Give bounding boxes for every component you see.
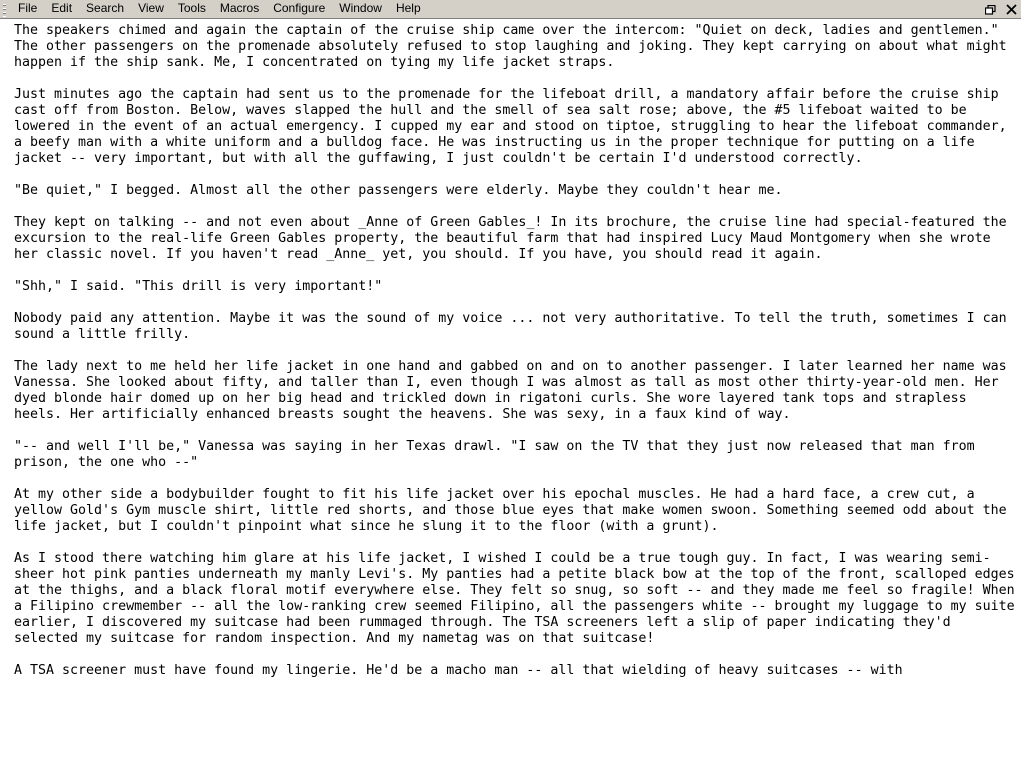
menu-item-file[interactable]: File bbox=[11, 0, 44, 18]
menu-item-tools[interactable]: Tools bbox=[171, 0, 213, 18]
drag-grip[interactable] bbox=[1, 1, 9, 17]
document-paragraph[interactable]: A TSA screener must have found my linger… bbox=[14, 663, 1019, 679]
document-editor[interactable]: The speakers chimed and again the captai… bbox=[0, 19, 1021, 759]
window-controls bbox=[983, 0, 1018, 19]
menu-item-configure[interactable]: Configure bbox=[266, 0, 332, 18]
menu-item-view[interactable]: View bbox=[131, 0, 171, 18]
menu-item-search[interactable]: Search bbox=[79, 0, 131, 18]
menu-bar: File Edit Search View Tools Macros Confi… bbox=[0, 0, 1021, 19]
document-paragraph[interactable]: "Be quiet," I begged. Almost all the oth… bbox=[14, 183, 1019, 199]
menu-item-window[interactable]: Window bbox=[332, 0, 389, 18]
restore-window-icon[interactable] bbox=[983, 3, 997, 17]
menu-item-edit[interactable]: Edit bbox=[44, 0, 79, 18]
document-paragraph[interactable]: "Shh," I said. "This drill is very impor… bbox=[14, 279, 1019, 295]
document-text[interactable]: The speakers chimed and again the captai… bbox=[0, 23, 1021, 679]
document-paragraph[interactable]: The lady next to me held her life jacket… bbox=[14, 359, 1019, 423]
document-paragraph[interactable]: At my other side a bodybuilder fought to… bbox=[14, 487, 1019, 535]
document-paragraph[interactable]: Just minutes ago the captain had sent us… bbox=[14, 87, 1019, 167]
menu-item-macros[interactable]: Macros bbox=[213, 0, 266, 18]
document-paragraph[interactable]: Nobody paid any attention. Maybe it was … bbox=[14, 311, 1019, 343]
document-paragraph[interactable]: "-- and well I'll be," Vanessa was sayin… bbox=[14, 439, 1019, 471]
document-paragraph[interactable]: As I stood there watching him glare at h… bbox=[14, 551, 1019, 647]
menu-item-help[interactable]: Help bbox=[389, 0, 428, 18]
document-paragraph[interactable]: The speakers chimed and again the captai… bbox=[14, 23, 1019, 71]
close-window-icon[interactable] bbox=[1004, 3, 1018, 17]
document-paragraph[interactable]: They kept on talking -- and not even abo… bbox=[14, 215, 1019, 263]
